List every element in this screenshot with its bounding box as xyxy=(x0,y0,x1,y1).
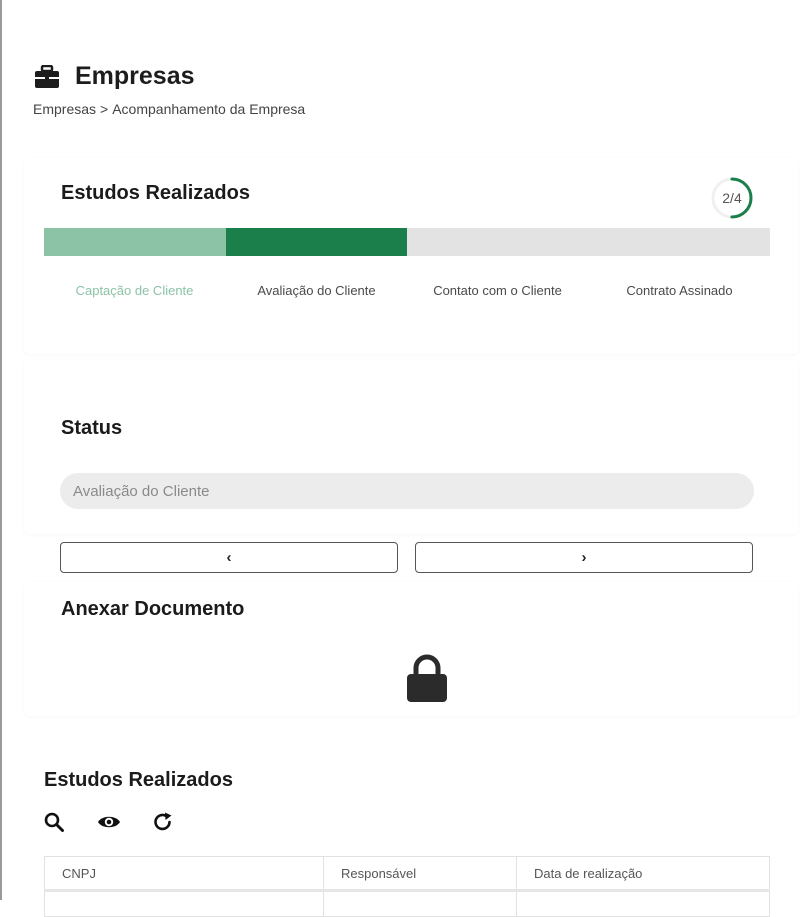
refresh-icon[interactable] xyxy=(151,810,175,834)
progress-counter: 2/4 xyxy=(710,176,754,220)
progress-segment-2 xyxy=(225,228,407,256)
table-header-row: CNPJ Responsável Data de realização xyxy=(44,856,770,891)
breadcrumb-link-empresas[interactable]: Empresas xyxy=(33,101,96,117)
progress-segment-4 xyxy=(588,228,770,256)
progress-bar xyxy=(44,228,770,256)
page-header: Empresas xyxy=(33,62,195,91)
breadcrumb: Empresas > Acompanhamento da Empresa xyxy=(33,101,305,117)
window-left-edge xyxy=(0,0,2,900)
next-step-button[interactable]: › xyxy=(415,542,753,573)
previous-step-button[interactable]: ‹ xyxy=(60,542,398,573)
table-cell xyxy=(323,889,517,917)
page-title: Empresas xyxy=(75,62,195,90)
studies-table-title: Estudos Realizados xyxy=(44,769,233,791)
breadcrumb-current: Acompanhamento da Empresa xyxy=(112,101,306,117)
column-header-cnpj[interactable]: CNPJ xyxy=(44,856,324,891)
studies-table: CNPJ Responsável Data de realização xyxy=(44,856,770,917)
briefcase-icon xyxy=(33,63,61,91)
breadcrumb-separator: > xyxy=(100,101,109,117)
table-cell xyxy=(44,889,324,917)
table-row[interactable] xyxy=(44,889,770,917)
column-header-data[interactable]: Data de realização xyxy=(516,856,770,891)
column-header-responsavel[interactable]: Responsável xyxy=(323,856,517,891)
lock-icon xyxy=(404,654,450,704)
step-label-contrato: Contrato Assinado xyxy=(626,283,733,298)
step-label-contato: Contato com o Cliente xyxy=(433,283,562,298)
step-label-captacao: Captação de Cliente xyxy=(75,283,194,298)
eye-icon[interactable] xyxy=(97,810,121,834)
progress-segment-3 xyxy=(407,228,589,256)
progress-counter-text: 2/4 xyxy=(722,190,742,206)
status-field: Avaliação do Cliente xyxy=(60,473,754,509)
progress-segment-1 xyxy=(44,228,226,256)
search-icon[interactable] xyxy=(42,810,66,834)
step-label-avaliacao: Avaliação do Cliente xyxy=(257,283,376,298)
studies-progress-title: Estudos Realizados xyxy=(61,182,250,204)
table-cell xyxy=(516,889,770,917)
status-title: Status xyxy=(61,417,123,439)
attachment-title: Anexar Documento xyxy=(61,598,245,620)
